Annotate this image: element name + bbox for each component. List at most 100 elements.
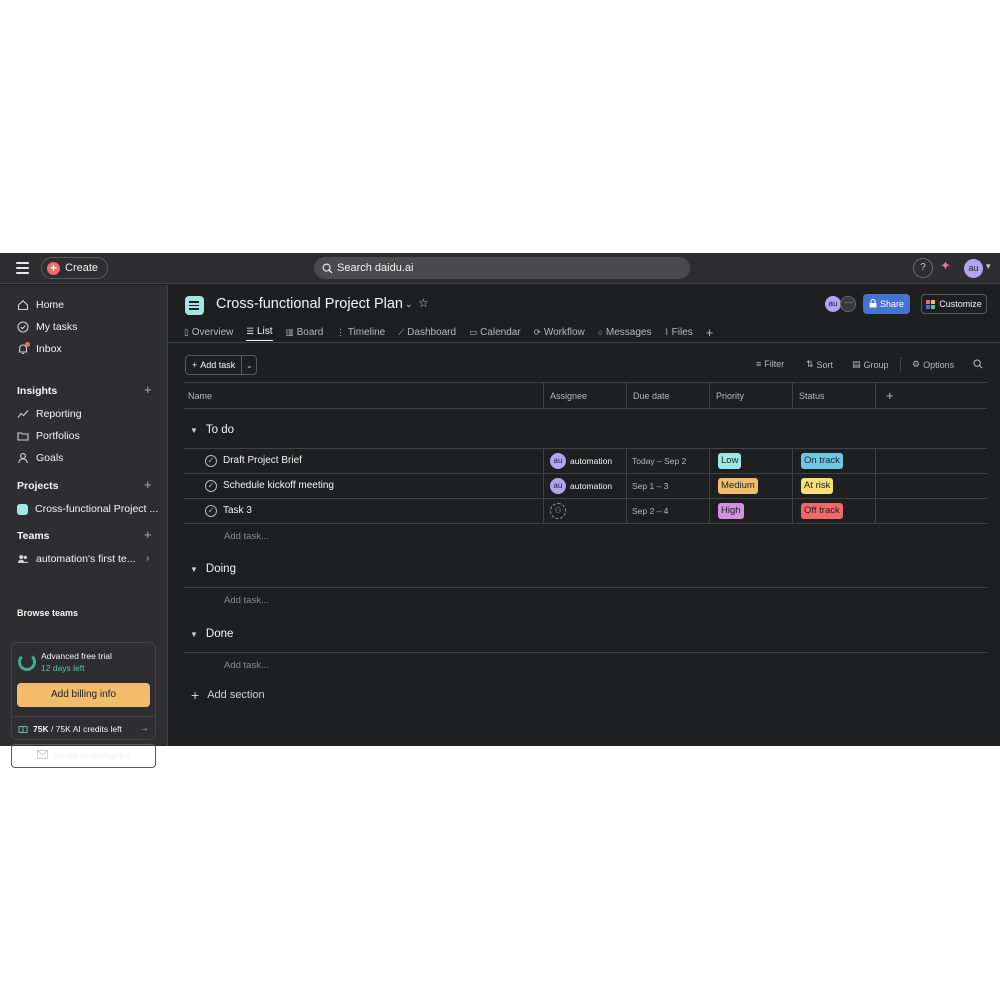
column-divider [792,499,793,524]
tab-overview[interactable]: ▯ Overview [184,323,233,341]
column-header-due-date[interactable]: Due date [629,383,670,409]
sidebar-item-inbox[interactable]: Inbox [17,340,62,358]
priority-badge[interactable]: Medium [718,478,758,494]
due-date[interactable]: Sep 2 – 4 [632,506,668,516]
status-badge[interactable]: At risk [801,478,834,494]
project-title[interactable]: Cross-functional Project Plan [216,296,403,312]
home-icon [17,299,29,311]
section-header-done[interactable]: ▼ Done [190,628,233,640]
tab-messages[interactable]: ○ Messages [598,323,652,341]
share-button[interactable]: Share [863,294,910,314]
assignee-avatar: au [550,453,566,469]
more-members-icon[interactable]: ··· [840,296,856,312]
add-task-inline[interactable]: Add task... [224,595,269,606]
star-icon[interactable]: ☆ [418,296,429,310]
sidebar-item-team[interactable]: automation's first te... [17,550,135,568]
project-tabs: ▯ Overview ☰ List ▥ Board ⋮ Timeline ⟋ Dashbo… [184,323,713,341]
task-name[interactable]: Draft Project Brief [223,455,302,466]
search-tasks-button[interactable] [973,359,983,369]
add-task-button[interactable]: + Add task ⌄ [185,355,258,375]
search-input[interactable]: Search daidu.ai [314,257,690,279]
tab-workflow[interactable]: ⟳ Workflow [534,323,585,341]
filter-button[interactable]: ≡ Filter [756,359,784,369]
chevron-down-icon[interactable]: ⌄ [242,356,256,374]
section-header-doing[interactable]: ▼ Doing [190,563,236,575]
add-task-inline[interactable]: Add task... [224,660,269,671]
add-project-icon[interactable]: + [144,477,152,492]
priority-badge[interactable]: High [718,503,744,519]
group-button[interactable]: ▤ Group [852,359,889,370]
chevron-down-icon[interactable]: ▾ [986,261,991,272]
assignee-cell[interactable]: ⚇ [550,503,566,519]
unassigned-avatar-icon: ⚇ [550,503,566,519]
sidebar-item-project[interactable]: Cross-functional Project ... [17,500,158,518]
ai-sparkle-icon[interactable]: ✦ [940,258,951,274]
add-column-icon[interactable]: + [886,383,894,408]
tab-timeline[interactable]: ⋮ Timeline [336,323,385,341]
table-row[interactable]: ✓ Task 3 ⚇ Sep 2 – 4 High Off track [184,499,987,524]
tab-board[interactable]: ▥ Board [286,323,324,341]
tab-files[interactable]: ⌇ Files [664,323,692,341]
tab-label: Calendar [480,326,521,338]
person-icon [17,452,29,464]
section-title: Done [205,628,234,640]
chevron-down-icon[interactable]: ⌄ [405,299,413,310]
add-team-icon[interactable]: + [144,527,152,542]
sort-button[interactable]: ⇅ Sort [806,359,833,370]
help-button[interactable]: ? [913,258,933,278]
menu-icon[interactable] [16,262,29,274]
tab-label: List [257,326,273,337]
add-insight-icon[interactable]: + [144,382,152,397]
tab-label: Workflow [543,326,585,338]
column-header-status[interactable]: Status [795,383,825,409]
add-task-main[interactable]: + Add task [186,356,243,374]
column-divider [875,449,876,474]
add-tab-icon[interactable]: + [706,323,714,341]
customize-button[interactable]: Customize [921,294,987,314]
create-button[interactable]: + Create [41,257,109,279]
add-section-button[interactable]: + Add section [191,687,265,703]
complete-check-icon[interactable]: ✓ [205,455,217,467]
table-row[interactable]: ✓ Draft Project Brief au automation Toda… [184,449,987,474]
tab-dashboard[interactable]: ⟋ Dashboard [398,323,456,341]
sidebar-item-goals[interactable]: Goals [17,449,63,467]
tab-calendar[interactable]: ▭ Calendar [469,323,521,341]
task-name[interactable]: Task 3 [223,505,252,516]
section-divider [184,587,987,588]
column-header-name[interactable]: Name [184,383,212,409]
assignee-cell[interactable]: au automation [550,478,612,494]
caret-down-icon[interactable]: ▼ [190,630,198,639]
status-badge[interactable]: Off track [801,503,843,519]
table-row[interactable]: ✓ Schedule kickoff meeting au automation… [184,474,987,499]
mail-icon [36,750,48,762]
column-header-priority[interactable]: Priority [712,383,744,409]
task-name[interactable]: Schedule kickoff meeting [223,480,334,491]
status-badge[interactable]: On track [801,453,843,469]
complete-check-icon[interactable]: ✓ [205,480,217,492]
add-task-inline[interactable]: Add task... [224,531,269,542]
sidebar-item-my-tasks[interactable]: My tasks [17,318,77,336]
caret-down-icon[interactable]: ▼ [190,426,198,435]
due-date[interactable]: Today – Sep 2 [632,456,686,466]
user-avatar[interactable]: au [964,259,983,278]
priority-badge[interactable]: Low [718,453,742,469]
invite-teammates-button[interactable]: Invite teammates [11,744,156,768]
sidebar-item-label: Home [36,299,65,311]
member-avatar[interactable]: au [825,296,841,312]
chevron-right-icon[interactable]: › [146,553,149,564]
assignee-cell[interactable]: au automation [550,453,612,469]
browse-teams-link[interactable]: Browse teams [17,608,78,618]
complete-check-icon[interactable]: ✓ [205,505,217,517]
due-date[interactable]: Sep 1 – 3 [632,481,668,491]
sidebar-item-reporting[interactable]: Reporting [17,405,82,423]
column-header-assignee[interactable]: Assignee [546,383,587,409]
section-header-todo[interactable]: ▼ To do [190,424,234,436]
options-button[interactable]: ⚙ Options [912,359,954,370]
add-billing-button[interactable]: Add billing info [17,683,150,707]
sidebar-item-home[interactable]: Home [17,296,64,314]
caret-down-icon[interactable]: ▼ [190,565,198,574]
ai-credits-row[interactable]: 75K / 75K AI credits left → [12,716,155,740]
tab-list[interactable]: ☰ List [246,323,273,341]
trial-title: Advanced free trial [41,651,112,661]
sidebar-item-portfolios[interactable]: Portfolios [17,427,80,445]
